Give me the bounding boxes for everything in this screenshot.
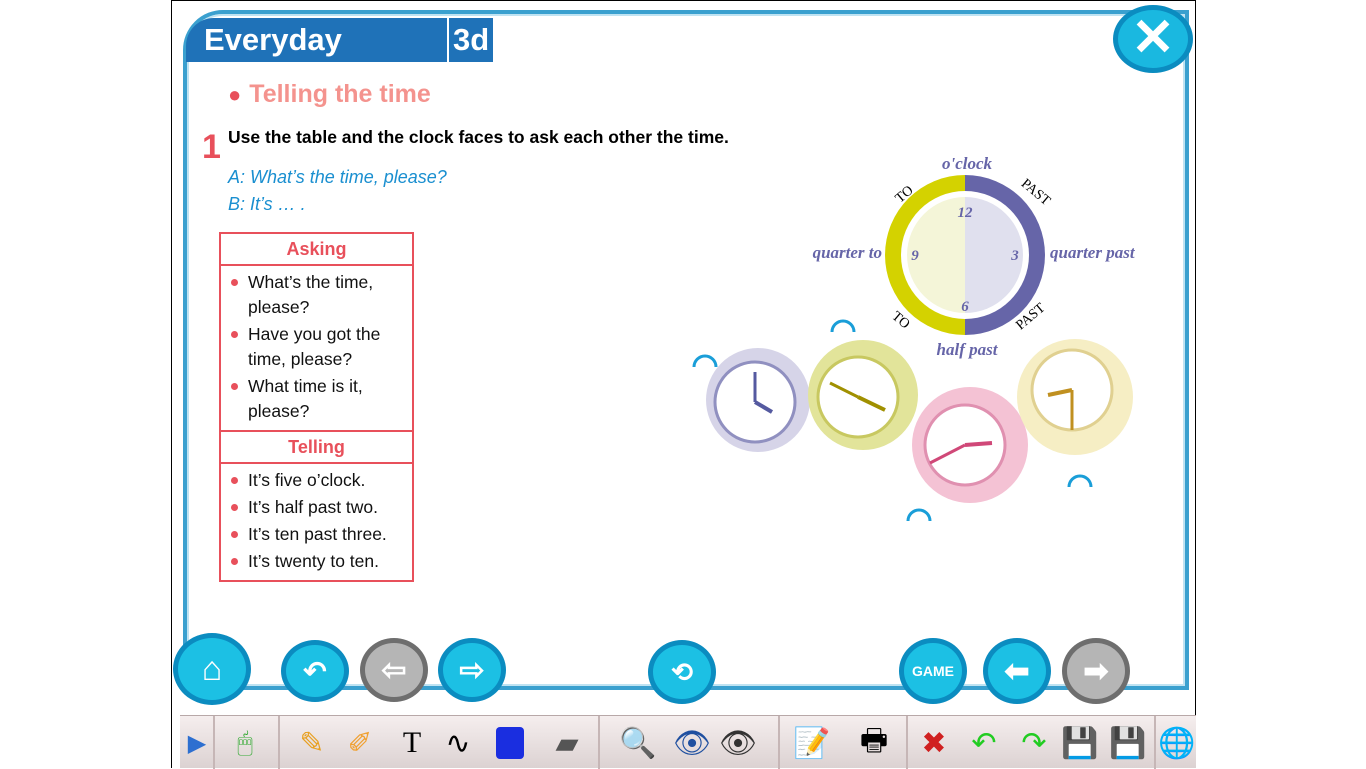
svg-text:TO: TO	[889, 309, 913, 332]
spotlight-tool[interactable]: 👁	[716, 720, 760, 766]
redo-icon: ↷	[1021, 726, 1047, 760]
return-icon: ↶	[303, 655, 327, 687]
list-item: It’s ten past three.	[229, 522, 406, 547]
eraser-icon: ▰	[555, 726, 579, 760]
label-quarter-past: quarter past	[1050, 243, 1136, 262]
clock-five-oclock	[706, 348, 810, 452]
eraser-tool[interactable]: ▰	[542, 720, 592, 766]
label-oclock: o'clock	[942, 154, 993, 173]
list-item: It’s twenty to ten.	[229, 549, 406, 574]
home-button[interactable]: ⌂	[173, 633, 251, 705]
close-button[interactable]: ✕	[1113, 5, 1193, 73]
printer-icon: 🖶	[859, 723, 889, 757]
phrase-table: Asking What’s the time, please? Have you…	[219, 232, 414, 582]
toolbar: ▶ 🖱 ✎ ✐ T ∿ ▰ 🔍 👁 👁 📝 🖶 ✖ ↶ ↷ 💾 💾 🌐	[180, 715, 1196, 769]
pencil-tool[interactable]: ✎	[292, 720, 332, 766]
telling-header: Telling	[219, 430, 414, 464]
header-title: Everyday English	[186, 18, 447, 101]
shape-tool[interactable]	[490, 720, 530, 766]
arrow-right-icon: ➡	[1083, 654, 1109, 688]
asking-header: Asking	[219, 232, 414, 266]
highlighter-icon: ✐	[347, 726, 373, 760]
notepad-icon: 📝	[793, 726, 831, 760]
load-button[interactable]: 💾	[1108, 720, 1148, 766]
reveal-tool[interactable]: 👁	[670, 720, 714, 766]
refresh-icon: ⟲	[671, 656, 693, 687]
next-button[interactable]: ➡	[1062, 638, 1130, 704]
game-button[interactable]: GAME	[899, 638, 967, 704]
pencil-icon: ✎	[299, 726, 325, 760]
label-half-past: half past	[937, 340, 999, 359]
globe-icon: 🌐	[1158, 726, 1196, 760]
web-button[interactable]: 🌐	[1158, 720, 1196, 766]
clock-diagram: 12 3 6 9 o'clock half past quarter to qu…	[692, 154, 1136, 522]
list-item: What’s the time, please?	[229, 270, 406, 320]
load-icon: 💾	[1109, 726, 1147, 760]
curve-icon: ∿	[445, 726, 471, 760]
clock-half-past-two	[808, 340, 918, 450]
next-page-button[interactable]: ⇨	[438, 638, 506, 702]
clock-twenty-to-ten	[1017, 339, 1133, 455]
svg-text:12: 12	[958, 205, 974, 221]
exercise-number: 1	[202, 128, 221, 166]
label-quarter-to: quarter to	[813, 243, 882, 262]
section-title: ● Telling the time	[228, 80, 431, 108]
save-icon: 💾	[1061, 726, 1099, 760]
eye-hide-icon: 👁	[718, 726, 758, 760]
headphones-icon[interactable]	[830, 319, 856, 333]
dialogue-b: B: It’s … .	[228, 194, 306, 214]
refresh-button[interactable]: ⟲	[648, 640, 716, 704]
notes-tool[interactable]: 📝	[792, 720, 832, 766]
highlighter-tool[interactable]: ✐	[340, 720, 380, 766]
dialogue-a: A: What’s the time, please?	[228, 167, 447, 187]
unit-label: 3d	[449, 18, 493, 62]
headphones-icon[interactable]	[906, 508, 932, 522]
big-clock: 12 3 6 9 o'clock half past quarter to qu…	[813, 154, 1136, 359]
list-item: It’s half past two.	[229, 495, 406, 520]
undo-icon: ↶	[971, 726, 997, 760]
undo-button[interactable]: ↶	[964, 720, 1004, 766]
list-item: Have you got the time, please?	[229, 322, 406, 372]
bullet-icon: ●	[228, 82, 242, 107]
toolbar-toggle[interactable]: ▶	[182, 720, 212, 766]
redo-button[interactable]: ↷	[1014, 720, 1054, 766]
clear-button[interactable]: ✖	[914, 720, 954, 766]
previous-button[interactable]: ⬅	[983, 638, 1051, 704]
mouse-tool[interactable]: 🖱	[220, 720, 270, 766]
headphones-icon[interactable]	[1067, 474, 1093, 488]
arrow-left-icon: ⇦	[381, 653, 407, 687]
list-item: It’s five o’clock.	[229, 468, 406, 493]
close-icon: ✕	[1131, 9, 1175, 67]
svg-text:9: 9	[911, 248, 919, 264]
instruction: Use the table and the clock faces to ask…	[228, 127, 729, 147]
mouse-icon: 🖱	[237, 727, 253, 757]
prev-page-button[interactable]: ⇦	[360, 638, 428, 702]
rectangle-icon	[496, 727, 524, 759]
back-button[interactable]: ↶	[281, 640, 349, 702]
text-tool[interactable]: T	[392, 720, 432, 766]
headphones-icon[interactable]	[692, 354, 718, 368]
eye-icon: 👁	[672, 726, 712, 760]
arrow-right-icon: ⇨	[459, 653, 485, 687]
home-icon: ⌂	[201, 649, 223, 688]
save-button[interactable]: 💾	[1060, 720, 1100, 766]
clear-icon: ✖	[921, 726, 947, 760]
list-item: What time is it, please?	[229, 374, 406, 424]
freehand-tool[interactable]: ∿	[438, 720, 478, 766]
arrow-left-icon: ⬅	[1004, 654, 1030, 688]
clock-ten-past-three	[912, 387, 1028, 503]
zoom-tool[interactable]: 🔍	[618, 720, 658, 766]
svg-text:3: 3	[1010, 248, 1019, 264]
print-button[interactable]: 🖶	[852, 720, 896, 766]
magnifier-icon: 🔍	[619, 726, 657, 760]
svg-text:6: 6	[961, 299, 969, 315]
